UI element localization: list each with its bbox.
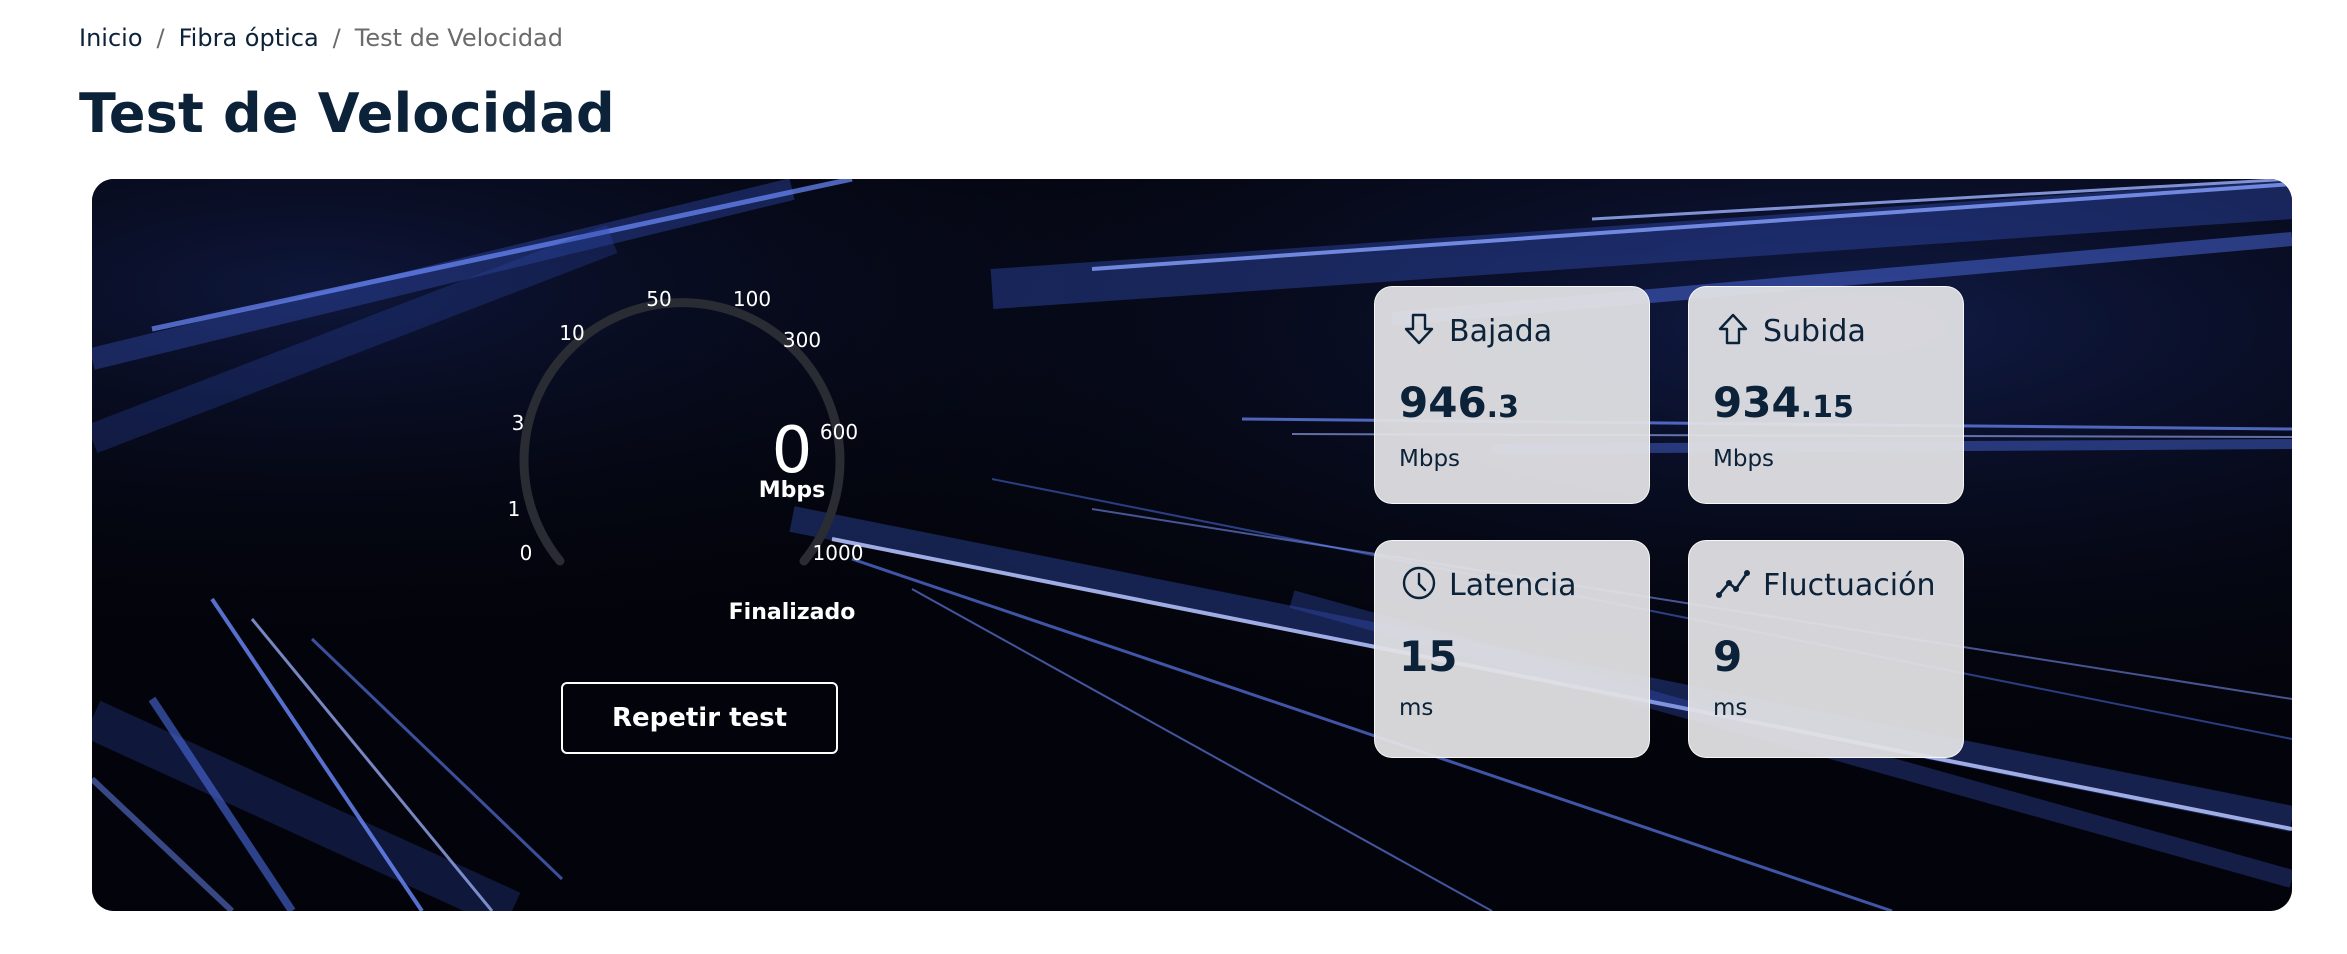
download-label: Bajada xyxy=(1449,313,1553,349)
latency-card: Latencia 15 ms xyxy=(1374,540,1650,758)
upload-card: Subida 934.15 Mbps xyxy=(1688,286,1964,504)
trend-line-icon xyxy=(1713,563,1753,607)
download-unit: Mbps xyxy=(1399,446,1461,472)
speed-test-panel: 0 Mbps 0 1 3 10 50 100 300 600 1000 Fina… xyxy=(92,179,2292,911)
breadcrumb-separator: / xyxy=(332,24,341,52)
jitter-unit: ms xyxy=(1713,695,1748,721)
arrow-down-icon xyxy=(1399,309,1439,353)
repeat-test-button[interactable]: Repetir test xyxy=(561,682,838,754)
test-status: Finalizado xyxy=(728,600,856,625)
gauge-tick-label: 3 xyxy=(511,411,525,435)
clock-icon xyxy=(1399,563,1439,607)
latency-unit: ms xyxy=(1399,695,1434,721)
breadcrumb: Inicio / Fibra óptica / Test de Velocida… xyxy=(79,24,563,52)
upload-label: Subida xyxy=(1763,313,1866,349)
gauge-tick-label: 100 xyxy=(732,287,772,311)
breadcrumb-link-fibra[interactable]: Fibra óptica xyxy=(179,24,319,52)
upload-unit: Mbps xyxy=(1713,446,1775,472)
gauge-arc xyxy=(519,298,845,566)
gauge-tick-label: 1000 xyxy=(812,541,864,565)
jitter-label: Fluctuación xyxy=(1763,567,1936,603)
gauge-tick-label: 0 xyxy=(519,541,533,565)
gauge-tick-label: 1 xyxy=(507,497,521,521)
gauge-unit: Mbps xyxy=(758,478,826,503)
gauge-tick-label: 10 xyxy=(559,321,585,345)
breadcrumb-link-inicio[interactable]: Inicio xyxy=(79,24,143,52)
breadcrumb-current: Test de Velocidad xyxy=(354,24,563,52)
gauge-tick-label: 600 xyxy=(819,420,859,444)
latency-value: 15 xyxy=(1399,632,1458,681)
speed-gauge: 0 Mbps 0 1 3 10 50 100 300 600 1000 Fina… xyxy=(92,179,2292,911)
upload-value: 934.15 xyxy=(1713,378,1854,427)
gauge-tick-label: 50 xyxy=(646,287,672,311)
gauge-tick-label: 300 xyxy=(782,328,822,352)
latency-label: Latencia xyxy=(1449,567,1577,603)
jitter-value: 9 xyxy=(1713,632,1743,681)
gauge-value: 0 xyxy=(771,414,813,488)
download-value: 946.3 xyxy=(1399,378,1519,427)
page-title: Test de Velocidad xyxy=(79,82,615,145)
breadcrumb-separator: / xyxy=(156,24,165,52)
arrow-up-icon xyxy=(1713,309,1753,353)
jitter-card: Fluctuación 9 ms xyxy=(1688,540,1964,758)
download-card: Bajada 946.3 Mbps xyxy=(1374,286,1650,504)
